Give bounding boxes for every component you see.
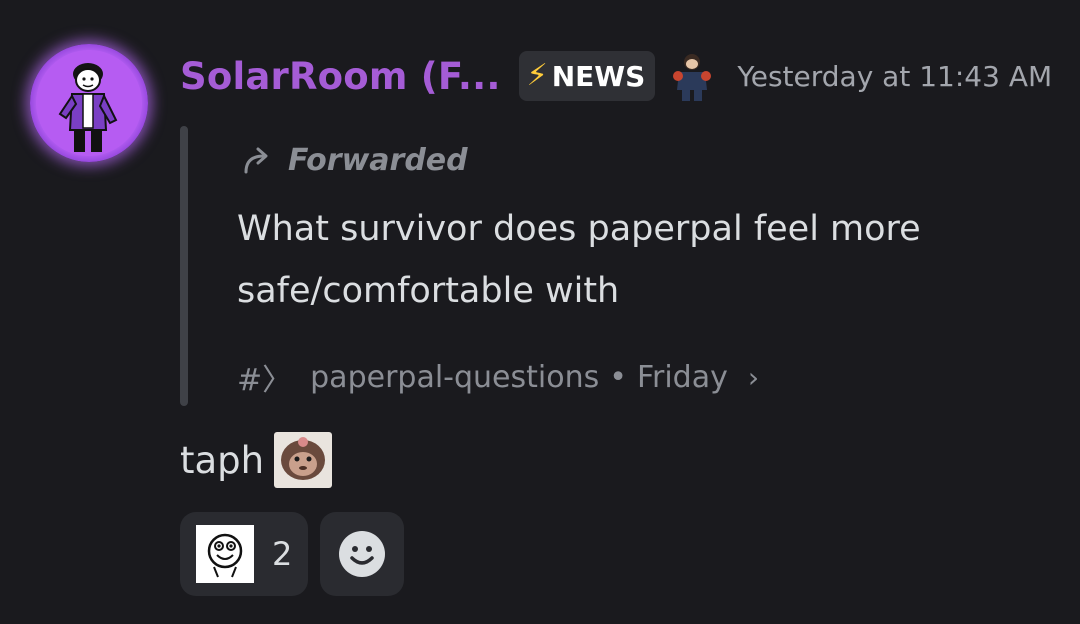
timestamp: Yesterday at 11:43 AM — [737, 59, 1053, 93]
message-content: taph — [180, 430, 333, 490]
chevron-right-icon: › — [747, 360, 760, 394]
monkey-emoji-icon[interactable] — [274, 432, 333, 488]
message-header: SolarRoom (F... ⚡ NEWS Yesterday at 11:4… — [180, 46, 1052, 106]
smiley-face-icon — [196, 525, 254, 583]
avatar-character-icon — [58, 63, 118, 152]
separator-dot: • — [609, 359, 627, 395]
reactions-bar: 2 — [180, 512, 405, 596]
forwarded-header: Forwarded — [240, 138, 468, 182]
avatar-image — [36, 50, 142, 156]
lightning-bolt-icon: ⚡ — [526, 58, 548, 93]
add-reaction-button[interactable] — [320, 512, 405, 596]
character-badge-icon[interactable] — [669, 50, 715, 102]
server-tag[interactable]: ⚡ NEWS — [518, 51, 656, 101]
forward-arrow-icon — [244, 147, 268, 174]
message-text: taph — [180, 438, 265, 482]
forward-divider — [180, 126, 188, 406]
username[interactable]: SolarRoom (F... — [180, 55, 501, 98]
add-reaction-icon — [339, 531, 386, 577]
forwarded-date: Friday — [636, 359, 728, 395]
avatar[interactable] — [30, 44, 148, 162]
forwarded-source-link[interactable]: #〉 paperpal-questions • Friday › — [237, 352, 759, 402]
forwarded-message-text: What survivor does paperpal feel more sa… — [237, 209, 921, 311]
reaction-count: 2 — [272, 535, 293, 573]
chat-message: SolarRoom (F... ⚡ NEWS Yesterday at 11:4… — [0, 0, 1080, 624]
reaction-button[interactable]: 2 — [180, 512, 309, 596]
channel-name: paperpal-questions — [310, 359, 600, 395]
forwarded-label: Forwarded — [288, 142, 468, 178]
tag-label: NEWS — [551, 59, 646, 93]
channel-icon: #〉 — [237, 363, 293, 398]
